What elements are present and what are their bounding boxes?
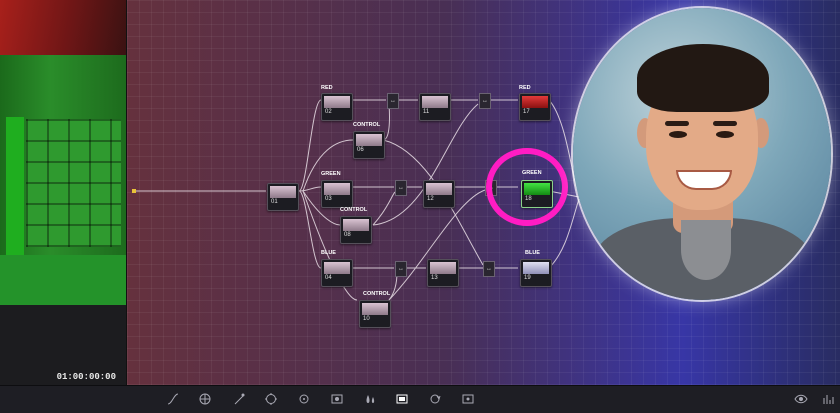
curves-icon[interactable] bbox=[164, 391, 182, 407]
node-thumbnail bbox=[426, 183, 452, 195]
node-thumbnail bbox=[523, 262, 549, 274]
viewer-image-window-grid bbox=[26, 119, 121, 247]
parallel-mixer-node[interactable]: ↔ bbox=[387, 93, 399, 109]
node-label: CONTROL bbox=[363, 291, 391, 297]
node-01[interactable]: 01 bbox=[267, 183, 299, 211]
portrait-eye-right bbox=[716, 131, 734, 138]
layer-mixer-node[interactable]: ↔ bbox=[483, 261, 495, 277]
node-thumbnail bbox=[324, 183, 350, 195]
node-number: 02 bbox=[325, 109, 332, 115]
node-number: 03 bbox=[325, 196, 332, 202]
node-number: 01 bbox=[271, 199, 278, 205]
node-label: BLUE bbox=[525, 250, 540, 256]
node-label: GREEN bbox=[321, 171, 341, 177]
node-19[interactable]: 19 bbox=[520, 259, 552, 287]
viewer-image bbox=[0, 55, 126, 305]
wire-01-04 bbox=[298, 190, 322, 269]
node-06[interactable]: 06 bbox=[353, 131, 385, 159]
node-12[interactable]: 12 bbox=[423, 180, 455, 208]
node-number: 04 bbox=[325, 275, 332, 281]
window-icon[interactable] bbox=[262, 391, 280, 407]
node-13[interactable]: 13 bbox=[427, 259, 459, 287]
node-label: RED bbox=[519, 85, 531, 91]
node-number: 06 bbox=[357, 147, 364, 153]
magic-mask-icon[interactable] bbox=[328, 391, 346, 407]
node-thumbnail bbox=[270, 186, 296, 198]
wire-01-02 bbox=[298, 99, 322, 192]
scopes-icon[interactable] bbox=[820, 391, 838, 407]
node-thumbnail bbox=[362, 303, 388, 315]
node-04[interactable]: 04 bbox=[321, 259, 353, 287]
portrait-brow-left bbox=[665, 121, 689, 126]
portrait-brow-right bbox=[713, 121, 737, 126]
viewer-image-door bbox=[6, 117, 24, 277]
node-thumbnail bbox=[324, 262, 350, 274]
eye-icon[interactable] bbox=[792, 391, 810, 407]
node-11[interactable]: 11 bbox=[419, 93, 451, 121]
green-node-highlight-circle bbox=[486, 148, 568, 226]
node-thumbnail bbox=[343, 219, 369, 231]
palette-toolbar bbox=[0, 385, 840, 413]
node-label: RED bbox=[321, 85, 333, 91]
portrait-hair bbox=[637, 44, 769, 112]
timecode: 01:00:00:00 bbox=[56, 372, 116, 382]
wire-01-03 bbox=[298, 186, 322, 192]
node-number: 12 bbox=[427, 196, 434, 202]
key-icon[interactable] bbox=[393, 391, 411, 407]
portrait-tshirt bbox=[681, 220, 731, 280]
node-number: 17 bbox=[523, 109, 530, 115]
node-number: 19 bbox=[524, 275, 531, 281]
qualifier-icon[interactable] bbox=[230, 391, 248, 407]
node-02[interactable]: 02 bbox=[321, 93, 353, 121]
node-number: 11 bbox=[423, 109, 430, 115]
graph-input-port[interactable] bbox=[132, 189, 136, 193]
presenter-portrait bbox=[573, 8, 831, 300]
node-thumbnail bbox=[430, 262, 456, 274]
parallel-mixer-node[interactable]: ↔ bbox=[395, 261, 407, 277]
parallel-mixer-node[interactable]: ↔ bbox=[395, 180, 407, 196]
node-thumbnail bbox=[324, 96, 350, 108]
viewer-panel: 01:00:00:00 bbox=[0, 0, 127, 385]
node-number: 08 bbox=[344, 232, 351, 238]
viewer-image-floor bbox=[0, 255, 126, 305]
node-03[interactable]: 03 bbox=[321, 180, 353, 208]
node-label: CONTROL bbox=[353, 122, 381, 128]
node-17[interactable]: 17 bbox=[519, 93, 551, 121]
node-08[interactable]: 08 bbox=[340, 216, 372, 244]
node-thumbnail bbox=[356, 134, 382, 146]
node-graph[interactable]: 01 RED 02 GREEN 03 BLUE 04 CONTROL 06 CO… bbox=[127, 0, 840, 385]
node-label: CONTROL bbox=[340, 207, 368, 213]
node-thumbnail bbox=[422, 96, 448, 108]
portrait-eye-left bbox=[669, 131, 687, 138]
node-10[interactable]: 10 bbox=[359, 300, 391, 328]
color-warper-icon[interactable] bbox=[196, 391, 214, 407]
node-number: 13 bbox=[431, 275, 438, 281]
node-number: 10 bbox=[363, 316, 370, 322]
viewer-red-area bbox=[0, 0, 126, 55]
blur-icon[interactable] bbox=[361, 391, 379, 407]
layer-mixer-node[interactable]: ↔ bbox=[479, 93, 491, 109]
sizing-icon[interactable] bbox=[426, 391, 444, 407]
node-thumbnail bbox=[522, 96, 548, 108]
wire-08-mix bbox=[372, 191, 396, 226]
node-label: BLUE bbox=[321, 250, 336, 256]
stereo-icon[interactable] bbox=[459, 391, 477, 407]
tracker-icon[interactable] bbox=[295, 391, 313, 407]
